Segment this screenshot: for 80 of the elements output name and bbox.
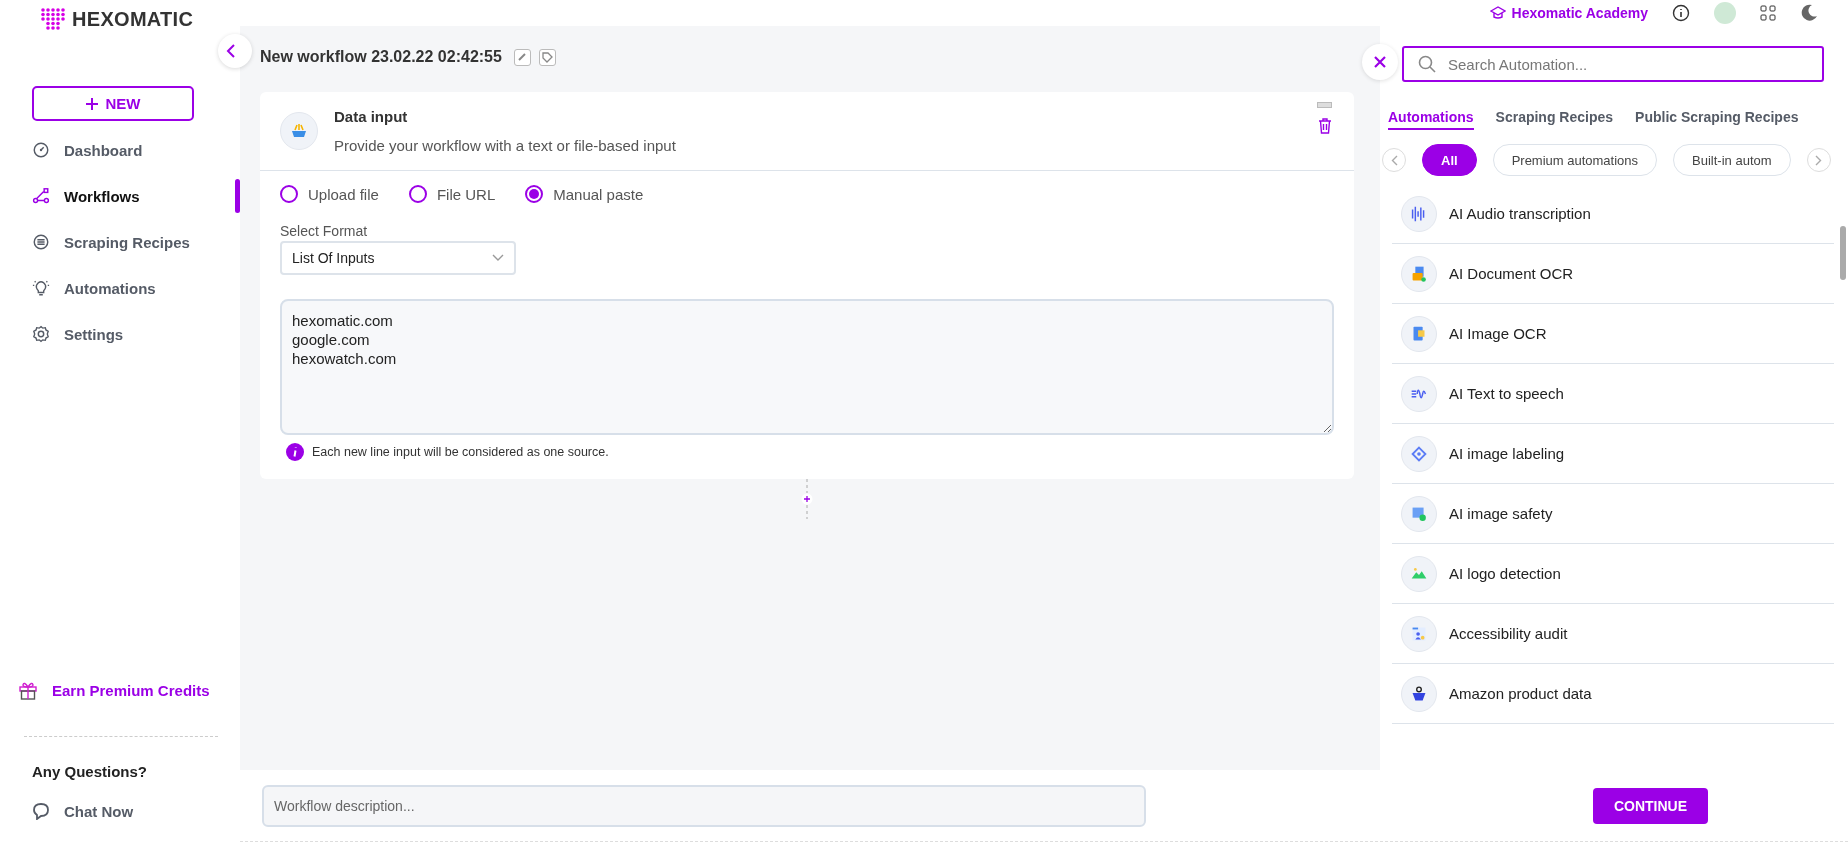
- filter-chip[interactable]: Built-in autom: [1673, 144, 1791, 176]
- description-field[interactable]: Workflow description...: [262, 784, 1146, 827]
- list-icon: [32, 233, 50, 251]
- gift-icon: [18, 680, 38, 700]
- hint-text: Each new line input will be considered as one source.: [312, 445, 609, 459]
- format-dropdown[interactable]: List Of Inputs: [280, 241, 516, 275]
- info-icon: [286, 443, 304, 461]
- shield-image-icon: [1401, 495, 1437, 532]
- academy-link[interactable]: Hexomatic Academy: [1489, 5, 1648, 21]
- close-button[interactable]: [1362, 44, 1398, 80]
- close-icon: [1373, 55, 1387, 69]
- nav-item[interactable]: Scraping Recipes: [0, 219, 240, 265]
- nav-item[interactable]: Settings: [0, 311, 240, 357]
- continue-button[interactable]: CONTINUE: [1593, 787, 1708, 824]
- chat-bubble-icon: [32, 802, 50, 820]
- logo-icon: [40, 8, 66, 30]
- step-description: Provide your workflow with a text or file-based input: [334, 137, 676, 154]
- step-title: Data input: [334, 108, 409, 125]
- automation-item[interactable]: AI Image OCR: [1392, 304, 1834, 364]
- nodes-icon: [32, 187, 50, 205]
- automation-item[interactable]: AI Audio transcription: [1392, 184, 1834, 244]
- automation-item[interactable]: AI image labeling: [1392, 424, 1834, 484]
- automation-item[interactable]: AI image safety: [1392, 484, 1834, 544]
- chevron-down-icon: [492, 254, 504, 262]
- radio-circle[interactable]: [408, 185, 427, 203]
- automation-item[interactable]: AI Text to speech: [1392, 364, 1834, 424]
- image-document-icon: [1401, 315, 1437, 352]
- edit-button[interactable]: [513, 48, 531, 66]
- nav-item[interactable]: Workflows: [0, 173, 240, 219]
- chevron-right-icon: [1815, 154, 1823, 166]
- filter-chip[interactable]: Premium automations: [1492, 144, 1658, 176]
- tag-icon: [541, 51, 553, 63]
- automation-item[interactable]: Accessibility audit: [1392, 604, 1834, 664]
- landscape-icon: [1401, 555, 1437, 592]
- inputs-field[interactable]: hexomatic.com google.com hexowatch.com: [280, 299, 1334, 435]
- radio-option[interactable]: Manual paste: [525, 185, 644, 203]
- radio-option[interactable]: Upload file: [280, 185, 379, 203]
- search-field[interactable]: Search Automation...: [1402, 46, 1824, 82]
- automation-item[interactable]: AI logo detection: [1392, 544, 1834, 604]
- scrollbar[interactable]: [1840, 226, 1846, 280]
- moon-icon[interactable]: [1800, 4, 1818, 22]
- collapse-button[interactable]: [218, 34, 252, 68]
- workflow-title: New workflow 23.02.22 02:42:55: [260, 48, 502, 66]
- format-label: Select Format: [280, 223, 369, 239]
- graduation-cap-icon: [1489, 6, 1506, 20]
- plus-icon: [85, 97, 98, 110]
- chevron-left-icon: [226, 44, 236, 58]
- add-step-connector[interactable]: [800, 479, 813, 519]
- document-icon: [1401, 255, 1437, 292]
- active-indicator: [235, 179, 240, 213]
- info-icon[interactable]: [1672, 4, 1690, 22]
- panel-tab[interactable]: Scraping Recipes: [1495, 108, 1614, 130]
- data-input-icon: [280, 112, 318, 150]
- logo-text: HEXOMATIC: [72, 7, 194, 31]
- settings-icon: [32, 325, 50, 343]
- radio-circle[interactable]: [525, 185, 544, 203]
- chat-now-link[interactable]: Chat Now: [0, 780, 240, 842]
- basket-icon: [1401, 675, 1437, 712]
- radio-circle[interactable]: [280, 185, 298, 203]
- panel-tab[interactable]: Automations: [1388, 108, 1474, 130]
- nav-item[interactable]: Automations: [0, 265, 240, 311]
- nav-item[interactable]: Dashboard: [0, 127, 240, 173]
- automation-item[interactable]: AI Document OCR: [1392, 244, 1834, 304]
- panel-tab[interactable]: Public Scraping Recipes: [1635, 108, 1799, 130]
- automation-item[interactable]: Amazon product data: [1392, 664, 1834, 724]
- chevron-left-icon: [1390, 154, 1398, 166]
- grid-icon[interactable]: [1760, 5, 1776, 21]
- radio-option[interactable]: File URL: [408, 185, 496, 203]
- new-button[interactable]: NEW: [32, 86, 194, 121]
- pencil-icon: [517, 52, 528, 62]
- dashboard-icon: [32, 141, 50, 159]
- trash-icon[interactable]: [1317, 118, 1332, 134]
- speech-wave-icon: [1401, 375, 1437, 412]
- waveform-icon: [1401, 195, 1437, 232]
- earn-credits-link[interactable]: Earn Premium Credits: [0, 680, 240, 700]
- questions-heading: Any Questions?: [31, 762, 148, 780]
- tag-button[interactable]: [538, 48, 556, 66]
- lightbulb-icon: [32, 279, 50, 297]
- accessibility-icon: [1401, 615, 1437, 652]
- filter-chip[interactable]: All: [1422, 144, 1477, 176]
